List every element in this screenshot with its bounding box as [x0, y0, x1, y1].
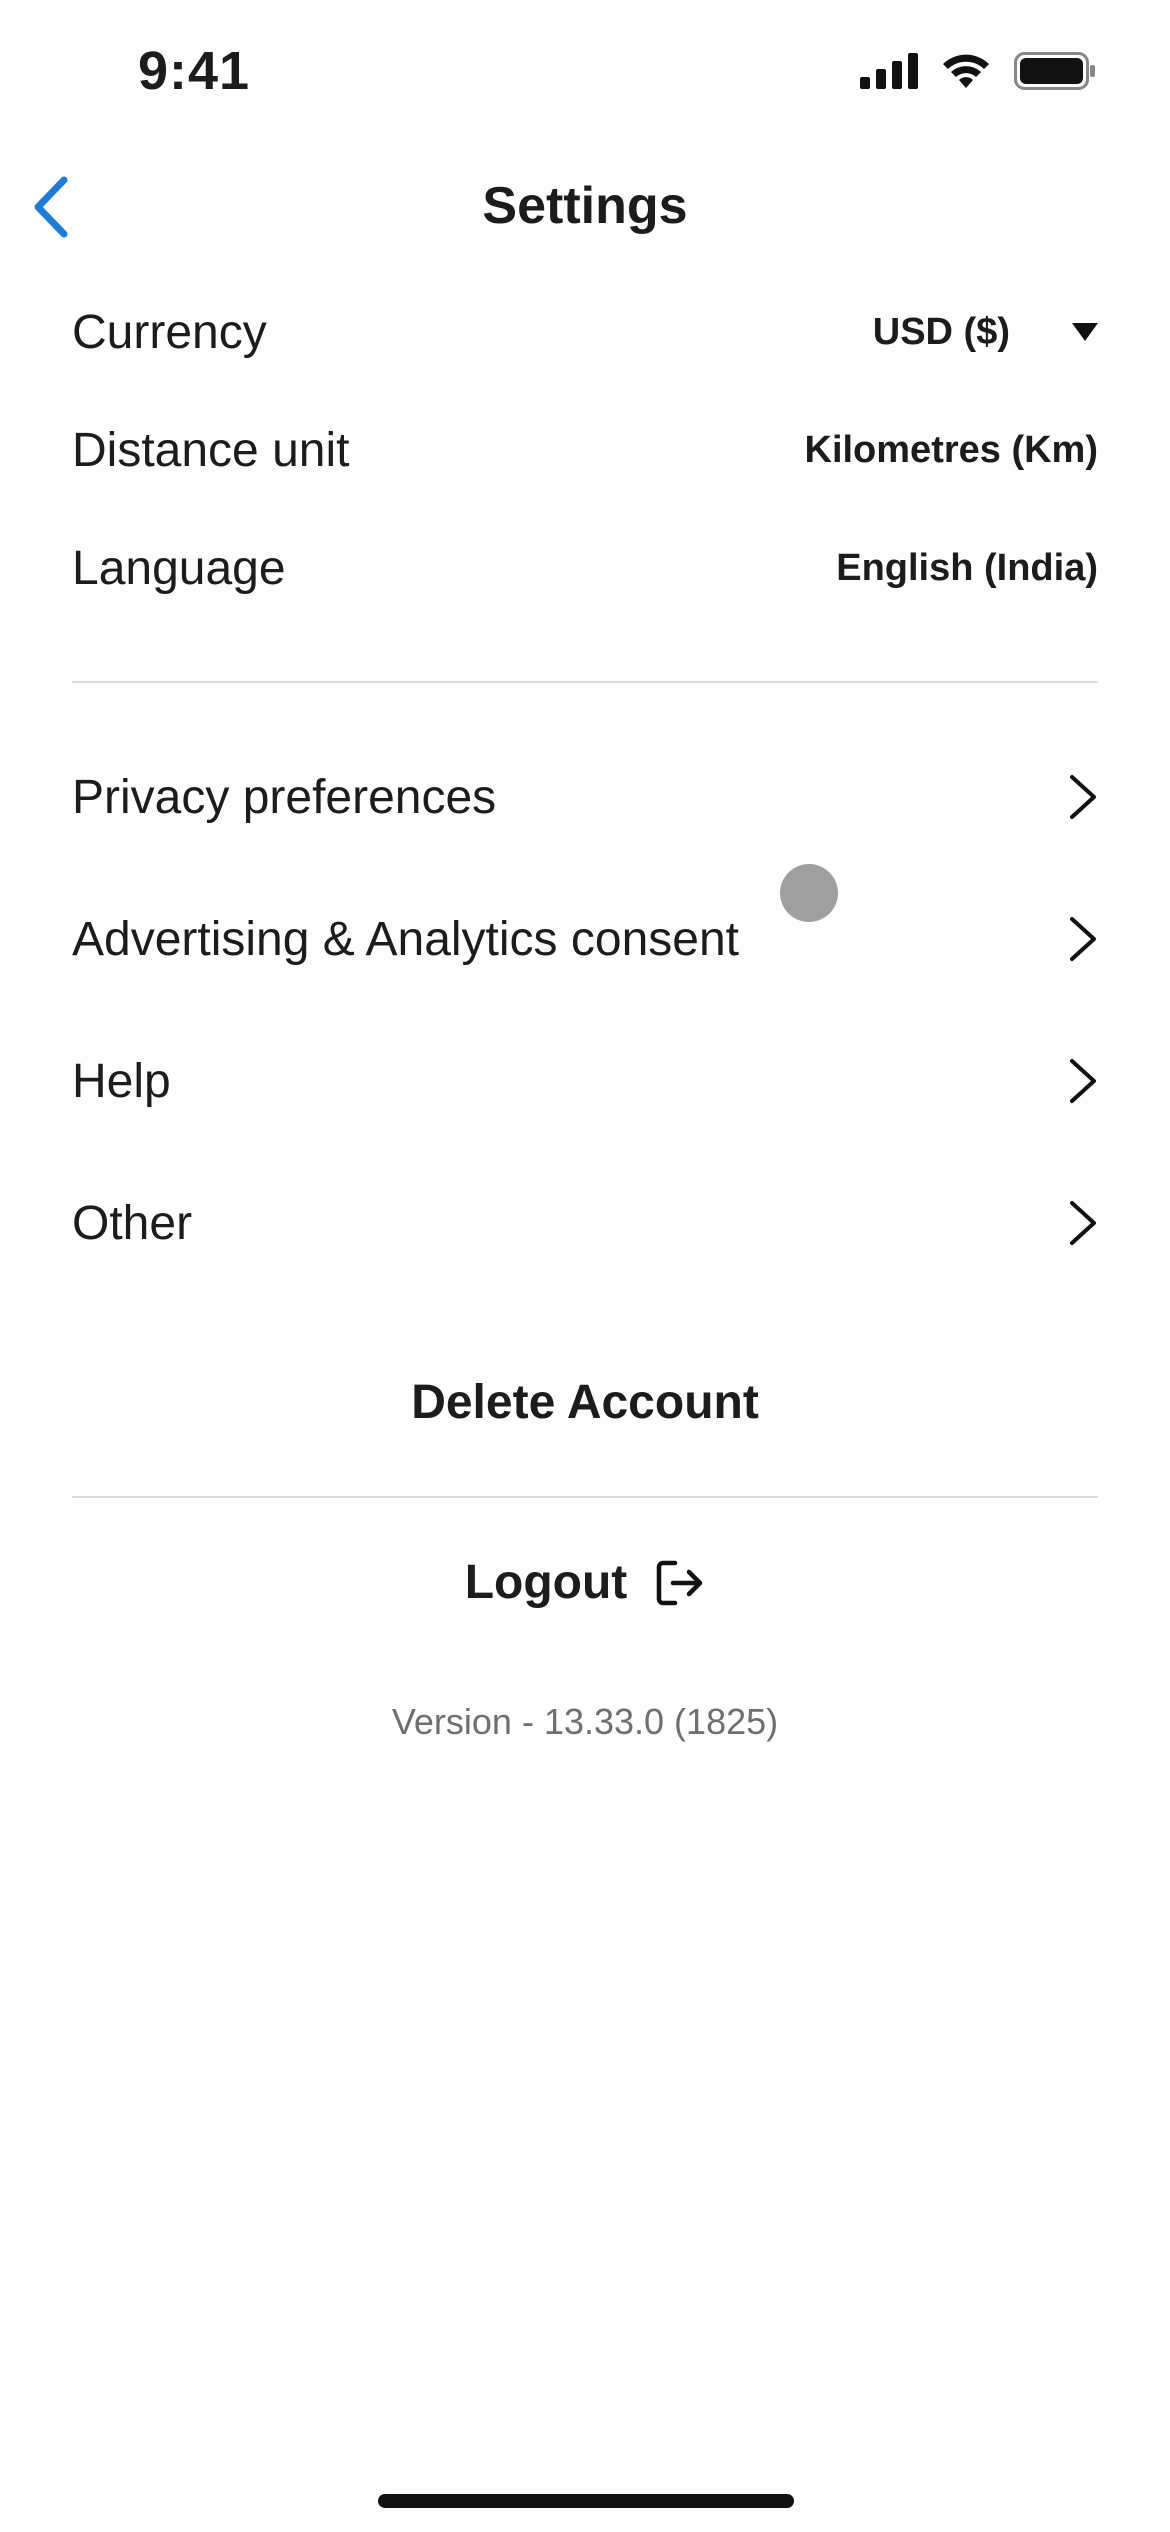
language-label: Language [72, 541, 286, 595]
menu-item-label: Help [72, 1054, 171, 1108]
menu-item-label: Other [72, 1196, 193, 1250]
menu-item-other[interactable]: Other [72, 1191, 1098, 1255]
menu-item-help[interactable]: Help [72, 1049, 1098, 1113]
distance-unit-row[interactable]: Distance unit Kilometres (Km) [72, 418, 1098, 482]
language-row[interactable]: Language English (India) [72, 536, 1098, 600]
menu-item-privacy[interactable]: Privacy preferences [72, 765, 1098, 829]
chevron-right-icon [1070, 1059, 1096, 1103]
logout-icon [657, 1560, 703, 1605]
menu-item-label: Advertising & Analytics consent [72, 912, 740, 966]
distance-unit-label: Distance unit [72, 423, 350, 477]
currency-select[interactable]: USD ($) [873, 311, 1098, 354]
battery-icon [1014, 52, 1095, 90]
wifi-icon [943, 54, 989, 88]
dropdown-triangle-icon [1072, 323, 1098, 341]
menu-item-advertising[interactable]: Advertising & Analytics consent [72, 907, 1098, 971]
touch-indicator [780, 864, 838, 922]
delete-account-button[interactable]: Delete Account [0, 1375, 1170, 1430]
chevron-right-icon [1070, 917, 1096, 961]
app-version: Version - 13.33.0 (1825) [391, 1701, 779, 1742]
page-title: Settings [482, 177, 688, 235]
actions-divider [72, 1496, 1098, 1498]
status-icons [860, 52, 1096, 90]
menu-item-label: Privacy preferences [72, 770, 497, 824]
currency-row[interactable]: Currency USD ($) [72, 300, 1098, 364]
distance-unit-value[interactable]: Kilometres (Km) [805, 429, 1099, 472]
currency-label: Currency [72, 305, 267, 359]
logout-button[interactable]: Logout [0, 1555, 1170, 1610]
language-value[interactable]: English (India) [836, 547, 1098, 590]
home-indicator[interactable] [378, 2494, 794, 2508]
section-divider [72, 681, 1098, 683]
logout-label: Logout [464, 1556, 628, 1609]
currency-value: USD ($) [872, 310, 1010, 353]
chevron-right-icon [1070, 775, 1096, 819]
status-time: 9:41 [138, 41, 251, 101]
cellular-signal-icon [860, 53, 918, 89]
chevron-right-icon [1070, 1201, 1096, 1245]
